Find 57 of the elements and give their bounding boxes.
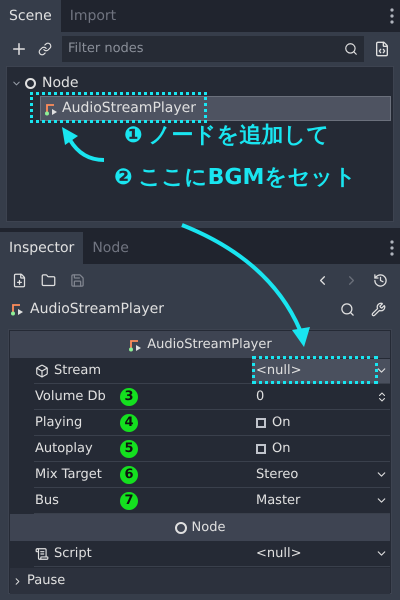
section-title: Node <box>192 518 226 537</box>
step-marker: 7 <box>120 492 138 510</box>
history-icon[interactable] <box>373 272 388 288</box>
section-title: AudioStreamPlayer <box>147 336 272 354</box>
more-icon[interactable] <box>390 240 394 256</box>
property-label: Volume Db <box>35 388 107 406</box>
object-name: AudioStreamPlayer <box>30 300 164 318</box>
dropdown-field[interactable]: Stereo <box>252 464 375 484</box>
tab[interactable]: Inspector <box>0 232 84 264</box>
tree-item[interactable]: Node <box>42 72 79 94</box>
callout-text: ここにBGMをセット <box>138 164 356 192</box>
folder-icon[interactable] <box>41 272 56 288</box>
search-field[interactable]: Filter nodes <box>62 36 364 62</box>
checkbox-label: On <box>272 440 290 458</box>
checkbox[interactable] <box>256 444 266 454</box>
annotation-arrow <box>62 127 104 162</box>
section-header[interactable]: Node <box>10 514 390 541</box>
step-number: ❶ <box>124 122 143 150</box>
property-label: Script <box>54 544 93 563</box>
property-label: Stream <box>54 362 102 380</box>
checkbox-label: On <box>272 414 290 432</box>
link-icon[interactable] <box>38 42 52 56</box>
music-icon <box>10 302 24 316</box>
save-icon[interactable] <box>70 272 85 288</box>
script-add-icon[interactable] <box>374 40 390 56</box>
property-label: Bus <box>35 492 60 510</box>
node-icon <box>174 522 187 534</box>
step-marker: 3 <box>120 388 138 406</box>
search-icon <box>344 42 358 56</box>
dropdown-field[interactable]: Master <box>252 490 375 510</box>
checkbox[interactable] <box>256 418 266 428</box>
script-icon <box>35 546 49 560</box>
tools-icon[interactable] <box>371 302 386 316</box>
property-label: Autoplay <box>35 440 94 458</box>
resource-field[interactable]: <null> <box>252 358 390 382</box>
property-label: Mix Target <box>35 466 103 484</box>
step-marker: 6 <box>120 466 138 484</box>
cube-icon <box>35 364 49 378</box>
property-label: Playing <box>35 414 84 432</box>
more-icon[interactable] <box>390 8 394 24</box>
new-file-icon[interactable] <box>12 272 27 288</box>
callout-text: ノードを追加して <box>148 122 330 150</box>
music-icon <box>128 338 142 352</box>
step-marker: 4 <box>120 414 138 432</box>
search-icon[interactable] <box>340 302 355 316</box>
dropdown-field[interactable]: <null> <box>252 544 375 564</box>
section-header[interactable]: AudioStreamPlayer <box>10 331 390 358</box>
step-marker: 5 <box>120 440 138 458</box>
step-number: ❷ <box>114 164 133 192</box>
section-title: Pause <box>27 572 66 590</box>
tree-item[interactable]: AudioStreamPlayer <box>40 96 391 121</box>
music-icon <box>44 102 58 116</box>
section-header[interactable]: Pause <box>10 568 390 594</box>
spin-icon[interactable] <box>376 390 388 402</box>
node-icon <box>25 78 36 88</box>
tab[interactable]: Scene <box>0 0 61 32</box>
number-field[interactable]: 0 <box>252 386 376 406</box>
